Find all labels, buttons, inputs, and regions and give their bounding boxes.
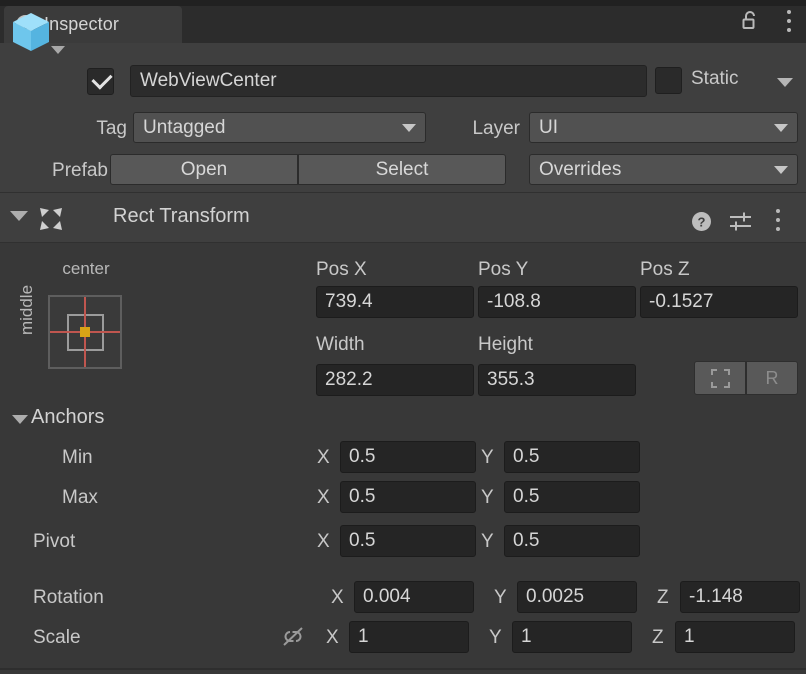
tab-menu-icon[interactable]: [786, 10, 792, 32]
scale-x-axis-label: X: [326, 627, 339, 649]
layer-label: Layer: [360, 118, 520, 140]
bottom-divider: [0, 668, 806, 670]
anchor-max-x-axis-label: X: [317, 487, 330, 509]
rotation-z-input[interactable]: -1.148: [680, 581, 800, 613]
pivot-x-input[interactable]: 0.5: [340, 525, 476, 557]
height-input[interactable]: 355.3: [478, 364, 636, 396]
anchor-min-x-input[interactable]: 0.5: [340, 441, 476, 473]
rect-transform-header[interactable]: Rect Transform: [0, 192, 806, 244]
static-label: Static: [691, 68, 739, 90]
pos-y-input[interactable]: -108.8: [478, 286, 636, 318]
scale-y-input[interactable]: 1: [512, 621, 632, 653]
raw-mode-toggle[interactable]: R: [746, 361, 798, 395]
anchor-preset-pivot-dot: [80, 327, 90, 337]
anchor-min-x-axis-label: X: [317, 447, 330, 469]
prefab-cube-icon[interactable]: [10, 11, 52, 53]
prefab-overrides-value: Overrides: [539, 159, 621, 181]
pivot-y-input[interactable]: 0.5: [504, 525, 640, 557]
width-label: Width: [316, 334, 365, 356]
tab-bar: Inspector: [0, 0, 806, 43]
prefab-select-button[interactable]: Select: [298, 154, 506, 185]
checkmark-icon: [91, 68, 112, 89]
anchor-max-x-input[interactable]: 0.5: [340, 481, 476, 513]
rotation-y-input[interactable]: 0.0025: [517, 581, 637, 613]
prefab-dropdown-caret-icon[interactable]: [51, 46, 65, 54]
pos-z-input[interactable]: -0.1527: [640, 286, 798, 318]
pos-z-label: Pos Z: [640, 259, 690, 281]
blueprint-mode-icon: [711, 369, 730, 388]
scale-z-axis-label: Z: [652, 627, 664, 649]
anchor-min-y-input[interactable]: 0.5: [504, 441, 640, 473]
scale-x-input[interactable]: 1: [349, 621, 469, 653]
rotation-z-axis-label: Z: [657, 587, 669, 609]
prefab-label: Prefab: [10, 160, 108, 182]
rotation-x-input[interactable]: 0.004: [354, 581, 474, 613]
gameobject-enabled-checkbox[interactable]: [87, 68, 114, 95]
rotation-y-axis-label: Y: [494, 587, 507, 609]
scale-z-input[interactable]: 1: [675, 621, 795, 653]
anchor-preset-horizontal-label: center: [49, 259, 123, 279]
broken-link-icon[interactable]: [278, 624, 308, 650]
anchor-max-y-axis-label: Y: [481, 487, 494, 509]
component-title: Rect Transform: [113, 205, 250, 228]
anchor-preset-widget[interactable]: [48, 295, 122, 369]
anchor-max-label: Max: [62, 487, 98, 509]
chevron-down-icon: [774, 166, 788, 174]
preset-settings-icon[interactable]: [729, 211, 753, 232]
unlocked-padlock-icon[interactable]: [741, 11, 759, 30]
layer-dropdown[interactable]: UI: [529, 112, 798, 143]
anchors-title: Anchors: [31, 406, 104, 429]
svg-text:?: ?: [698, 215, 706, 230]
scale-label: Scale: [33, 627, 81, 649]
gameobject-name-input[interactable]: WebViewCenter: [130, 65, 647, 97]
anchor-min-y-axis-label: Y: [481, 447, 494, 469]
tab-inspector-label: Inspector: [44, 14, 119, 35]
blueprint-mode-toggle[interactable]: [694, 361, 746, 395]
pivot-x-axis-label: X: [317, 531, 330, 553]
tag-value: Untagged: [143, 117, 225, 139]
tag-label: Tag: [35, 118, 127, 140]
pivot-label: Pivot: [33, 531, 75, 553]
layer-value: UI: [539, 117, 558, 139]
anchor-preset-vertical-label: middle: [17, 275, 37, 345]
component-foldout-icon[interactable]: [10, 211, 28, 221]
prefab-open-button[interactable]: Open: [110, 154, 298, 185]
anchor-max-y-input[interactable]: 0.5: [504, 481, 640, 513]
prefab-overrides-dropdown[interactable]: Overrides: [529, 154, 798, 185]
rotation-label: Rotation: [33, 587, 104, 609]
component-menu-icon[interactable]: [775, 209, 781, 233]
raw-mode-label: R: [766, 368, 779, 389]
scale-y-axis-label: Y: [489, 627, 502, 649]
rect-transform-icon: [38, 206, 64, 232]
rotation-x-axis-label: X: [331, 587, 344, 609]
anchors-foldout-icon[interactable]: [12, 415, 28, 424]
static-dropdown-caret-icon[interactable]: [777, 78, 793, 87]
height-label: Height: [478, 334, 533, 356]
inspector-window: Inspector WebViewCenter Static Tag Untag…: [0, 0, 806, 674]
pos-x-label: Pos X: [316, 259, 367, 281]
pos-y-label: Pos Y: [478, 259, 528, 281]
width-input[interactable]: 282.2: [316, 364, 474, 396]
chevron-down-icon: [774, 124, 788, 132]
static-checkbox[interactable]: [655, 67, 682, 94]
pivot-y-axis-label: Y: [481, 531, 494, 553]
pos-x-input[interactable]: 739.4: [316, 286, 474, 318]
anchor-min-label: Min: [62, 447, 93, 469]
help-icon[interactable]: ?: [691, 211, 712, 232]
